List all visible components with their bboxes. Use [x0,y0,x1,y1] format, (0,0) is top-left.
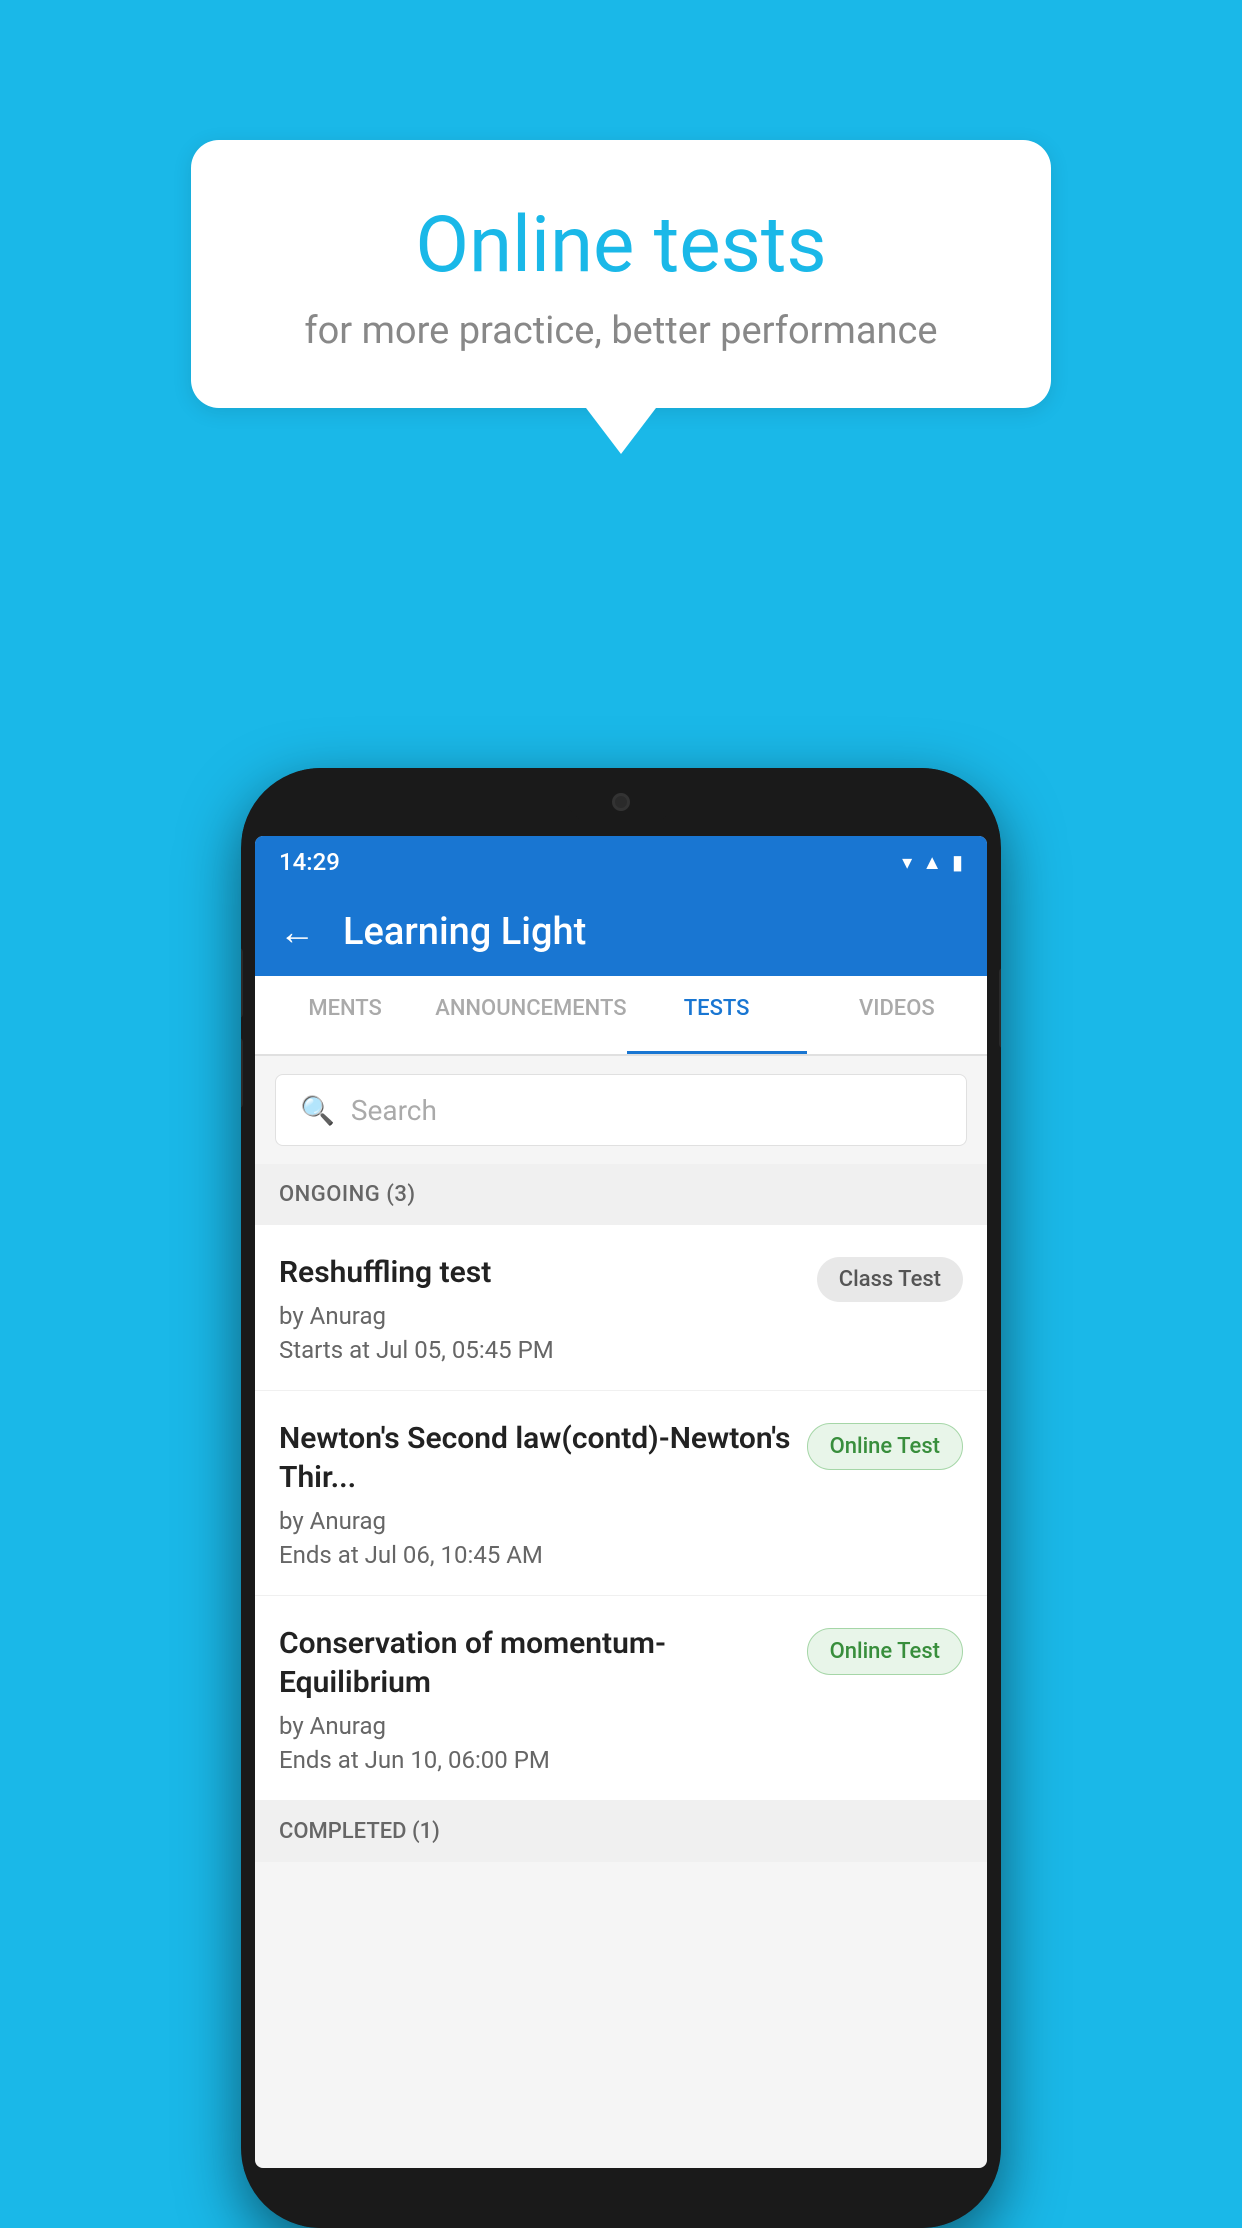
phone-container: 14:29 ▾ ▲ ▮ ← Learning Light MENTS [241,768,1001,2228]
test-item-time: Ends at Jun 10, 06:00 PM [279,1746,791,1774]
test-badge-class: Class Test [817,1257,963,1302]
test-badge-online: Online Test [807,1628,963,1675]
test-item-by: by Anurag [279,1507,791,1535]
test-list: Reshuffling test by Anurag Starts at Jul… [255,1225,987,1801]
test-item[interactable]: Conservation of momentum-Equilibrium by … [255,1596,987,1801]
status-icons: ▾ ▲ ▮ [902,850,963,875]
search-icon: 🔍 [300,1094,335,1127]
tab-videos[interactable]: VIDEOS [807,976,987,1054]
phone-screen: 14:29 ▾ ▲ ▮ ← Learning Light MENTS [255,836,987,2168]
test-item-by: by Anurag [279,1302,801,1330]
speech-bubble-title: Online tests [271,200,971,291]
speech-bubble: Online tests for more practice, better p… [191,140,1051,408]
test-item-by: by Anurag [279,1712,791,1740]
app-bar: ← Learning Light [255,888,987,976]
test-item-info: Newton's Second law(contd)-Newton's Thir… [279,1419,807,1569]
tab-tests[interactable]: TESTS [627,976,807,1054]
test-item-time: Ends at Jul 06, 10:45 AM [279,1541,791,1569]
test-item-name: Conservation of momentum-Equilibrium [279,1624,791,1702]
search-placeholder: Search [351,1094,437,1127]
status-time: 14:29 [279,848,340,876]
volume-up-button [241,948,243,1018]
speech-bubble-container: Online tests for more practice, better p… [191,140,1051,408]
app-bar-title: Learning Light [343,910,586,954]
signal-icon: ▲ [922,850,942,875]
tab-announcements[interactable]: ANNOUNCEMENTS [435,976,626,1054]
phone-bottom-bezel [241,2168,1001,2228]
test-item-info: Reshuffling test by Anurag Starts at Jul… [279,1253,817,1364]
front-camera [612,793,630,811]
phone-notch [566,781,676,823]
completed-section-header: COMPLETED (1) [255,1801,987,1862]
tab-bar: MENTS ANNOUNCEMENTS TESTS VIDEOS [255,976,987,1056]
power-button [999,968,1001,1048]
test-item-time: Starts at Jul 05, 05:45 PM [279,1336,801,1364]
test-item-name: Newton's Second law(contd)-Newton's Thir… [279,1419,791,1497]
test-item-info: Conservation of momentum-Equilibrium by … [279,1624,807,1774]
search-container: 🔍 Search [255,1056,987,1164]
speech-bubble-subtitle: for more practice, better performance [271,309,971,353]
tab-ments[interactable]: MENTS [255,976,435,1054]
test-badge-online: Online Test [807,1423,963,1470]
ongoing-section-header: ONGOING (3) [255,1164,987,1225]
phone-frame: 14:29 ▾ ▲ ▮ ← Learning Light MENTS [241,768,1001,2228]
phone-top-bezel [241,768,1001,836]
search-bar[interactable]: 🔍 Search [275,1074,967,1146]
battery-icon: ▮ [952,850,963,874]
back-button[interactable]: ← [279,911,315,953]
test-item[interactable]: Newton's Second law(contd)-Newton's Thir… [255,1391,987,1596]
wifi-icon: ▾ [902,850,912,874]
background: Online tests for more practice, better p… [0,0,1242,2208]
volume-down-button [241,1038,243,1108]
test-item-name: Reshuffling test [279,1253,801,1292]
test-item[interactable]: Reshuffling test by Anurag Starts at Jul… [255,1225,987,1391]
status-bar: 14:29 ▾ ▲ ▮ [255,836,987,888]
